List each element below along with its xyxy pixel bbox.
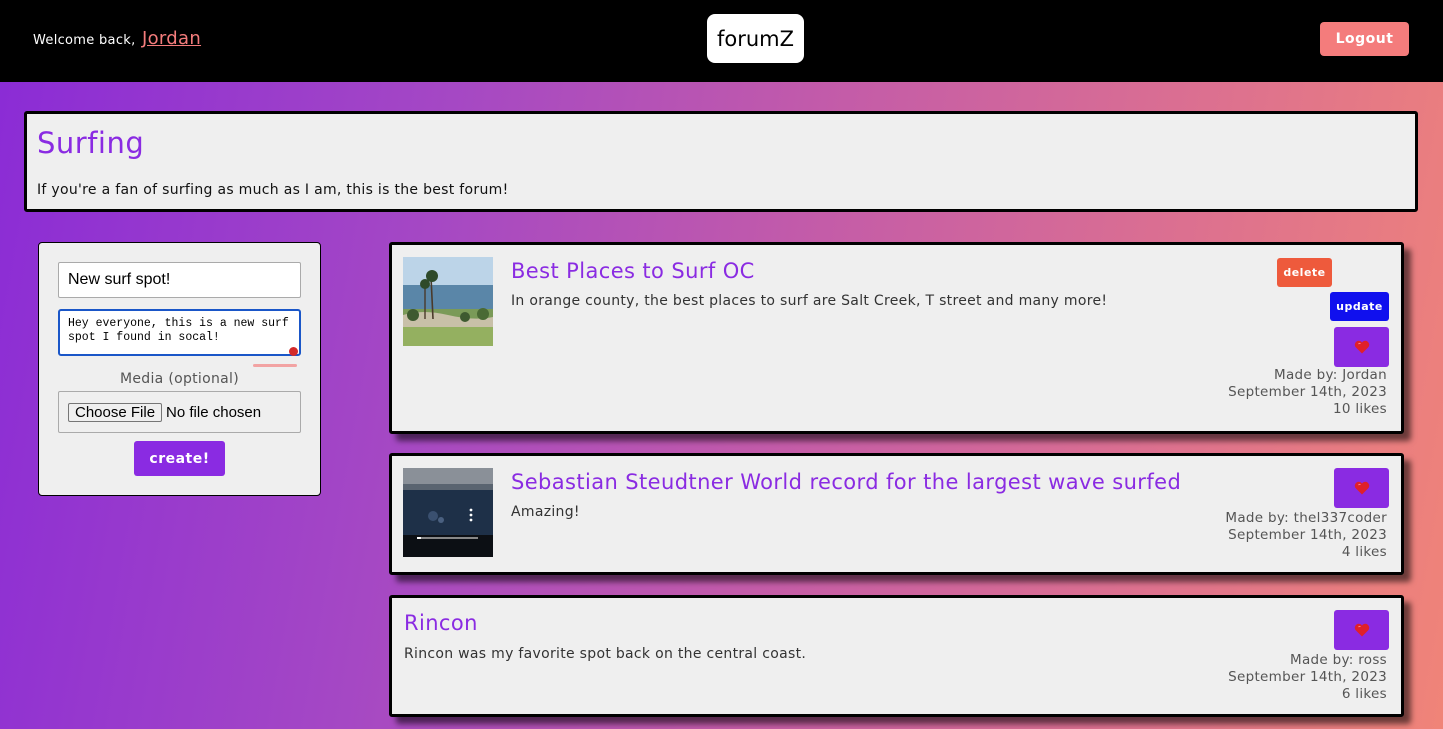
logout-button[interactable]: Logout [1320,22,1409,56]
post-title[interactable]: Rincon [404,611,478,635]
like-button[interactable] [1334,610,1389,650]
delete-button[interactable]: delete [1277,258,1332,287]
post-meta: Made by: thel337coder September 14th, 20… [1225,510,1387,561]
post-likes: 10 likes [1332,401,1387,417]
create-button[interactable]: create! [134,441,225,476]
post-body: Rincon was my favorite spot back on the … [404,646,807,662]
post-date: September 14th, 2023 [1228,527,1387,543]
post-title[interactable]: Sebastian Steudtner World record for the… [511,470,1181,494]
post-body-textarea[interactable]: Hey everyone, this is a new surf spot I … [58,309,301,356]
like-button[interactable] [1334,468,1389,508]
post-card: Best Places to Surf OC In orange county,… [389,242,1404,434]
choose-file-button[interactable]: Choose File [68,402,163,422]
welcome-text: Welcome back, [33,33,136,48]
post-title-input[interactable]: New surf spot! [58,262,301,298]
forum-description: If you're a fan of surfing as much as I … [37,182,509,198]
post-video-thumbnail[interactable] [403,468,493,557]
post-author: Made by: Jordan [1274,367,1387,383]
post-card: Sebastian Steudtner World record for the… [389,453,1404,575]
post-likes: 6 likes [1341,686,1387,702]
post-body: Amazing! [511,504,580,520]
update-button[interactable]: update [1330,292,1389,321]
no-file-text: No file chosen [166,403,262,421]
post-author: Made by: thel337coder [1225,510,1387,526]
welcome-message: Welcome back, Jordan [33,28,201,49]
post-card: Rincon Rincon was my favorite spot back … [389,595,1404,717]
textarea-underline [253,364,297,367]
username-link[interactable]: Jordan [142,28,201,49]
top-navbar: Welcome back, Jordan forumZ Logout [0,0,1443,82]
heart-icon [1354,623,1369,637]
heart-icon [1354,340,1369,354]
like-button[interactable] [1334,327,1389,367]
post-meta: Made by: Jordan September 14th, 2023 10 … [1228,367,1387,418]
post-thumbnail-image[interactable] [403,257,493,346]
forum-title: Surfing [37,126,145,160]
post-title[interactable]: Best Places to Surf OC [511,259,755,283]
post-likes: 4 likes [1341,544,1387,560]
post-body: In orange county, the best places to sur… [511,293,1108,309]
textarea-resize-indicator [289,347,298,356]
forum-header-card: Surfing If you're a fan of surfing as mu… [24,111,1418,212]
create-post-form: New surf spot! Hey everyone, this is a n… [38,242,321,496]
post-date: September 14th, 2023 [1228,384,1387,400]
heart-icon [1354,481,1369,495]
post-author: Made by: ross [1290,652,1387,668]
site-logo[interactable]: forumZ [707,14,804,63]
post-meta: Made by: ross September 14th, 2023 6 lik… [1228,652,1387,703]
media-label: Media (optional) [120,371,239,387]
media-file-input[interactable]: Choose File No file chosen [58,391,301,433]
post-date: September 14th, 2023 [1228,669,1387,685]
